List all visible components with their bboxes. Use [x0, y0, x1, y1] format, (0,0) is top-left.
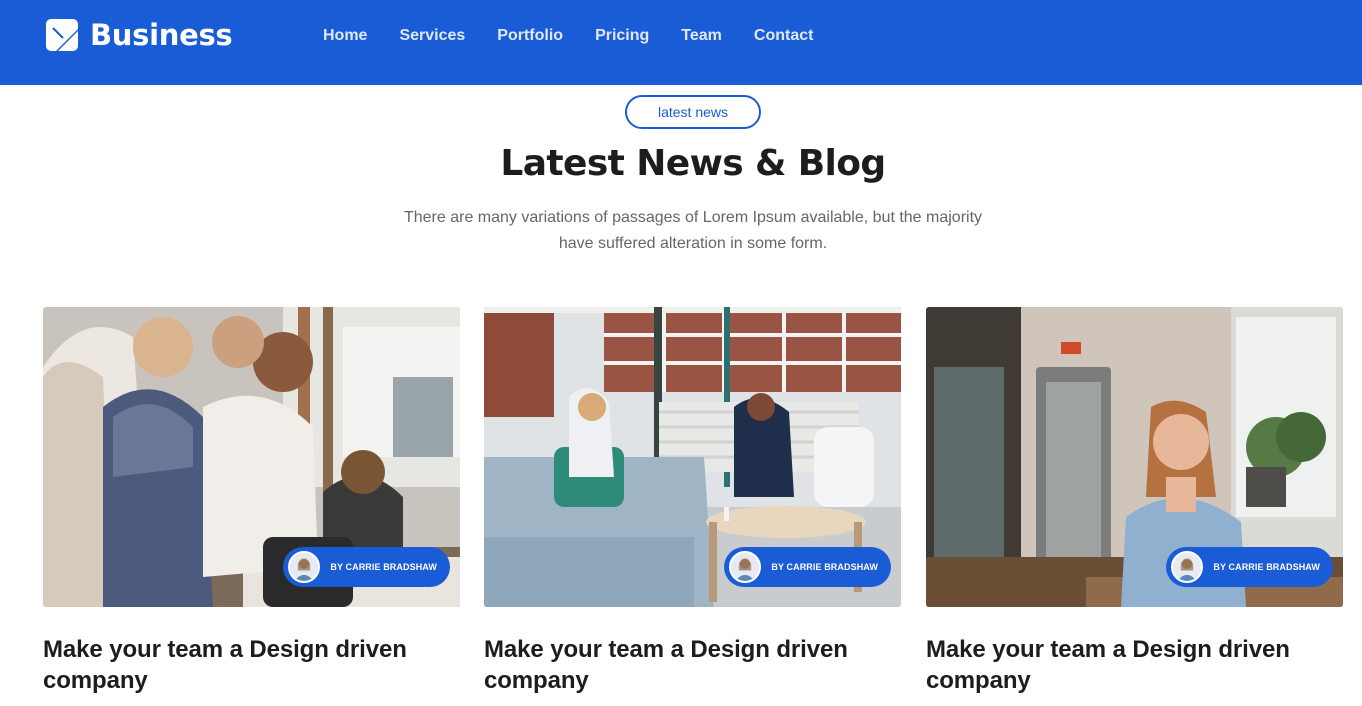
avatar-photo	[731, 553, 760, 581]
author-badge[interactable]: BY CARRIE BRADSHAW	[724, 547, 891, 587]
author-name: BY CARRIE BRADSHAW	[1213, 562, 1320, 572]
site-header: Business Home Services Portfolio Pricing…	[0, 0, 1362, 85]
nav-pricing[interactable]: Pricing	[579, 27, 665, 45]
author-name: BY CARRIE BRADSHAW	[330, 562, 437, 572]
author-name: BY CARRIE BRADSHAW	[771, 562, 878, 572]
card-title[interactable]: Make your team a Design driven company	[43, 634, 460, 696]
blog-card[interactable]: BY CARRIE BRADSHAW Make your team a Desi…	[484, 307, 901, 696]
nav-contact[interactable]: Contact	[738, 27, 830, 45]
author-avatar	[729, 551, 762, 583]
main-nav: Home Services Portfolio Pricing Team Con…	[307, 0, 829, 72]
nav-home[interactable]: Home	[307, 27, 383, 45]
blog-card[interactable]: BY CARRIE BRADSHAW Make your team a Desi…	[43, 307, 460, 696]
section-title: Latest News & Blog	[500, 143, 886, 184]
avatar-photo	[290, 553, 319, 581]
card-title[interactable]: Make your team a Design driven company	[484, 634, 901, 696]
card-media[interactable]: BY CARRIE BRADSHAW	[484, 307, 901, 607]
author-badge[interactable]: BY CARRIE BRADSHAW	[283, 547, 450, 587]
nav-portfolio[interactable]: Portfolio	[481, 27, 579, 45]
card-media[interactable]: BY CARRIE BRADSHAW	[926, 307, 1343, 607]
nav-services[interactable]: Services	[383, 27, 481, 45]
avatar-photo	[1173, 553, 1202, 581]
brand-name: Business	[90, 18, 233, 52]
author-badge[interactable]: BY CARRIE BRADSHAW	[1166, 547, 1333, 587]
brand[interactable]: Business	[46, 18, 233, 52]
card-media[interactable]: BY CARRIE BRADSHAW	[43, 307, 460, 607]
blog-card[interactable]: BY CARRIE BRADSHAW Make your team a Desi…	[926, 307, 1343, 696]
section-description: There are many variations of passages of…	[403, 209, 983, 252]
author-avatar	[288, 551, 321, 583]
nav-team[interactable]: Team	[665, 27, 738, 45]
author-avatar	[1171, 551, 1204, 583]
card-title[interactable]: Make your team a Design driven company	[926, 634, 1343, 696]
brand-logo-icon	[46, 19, 78, 51]
section-tag: latest news	[625, 95, 761, 129]
